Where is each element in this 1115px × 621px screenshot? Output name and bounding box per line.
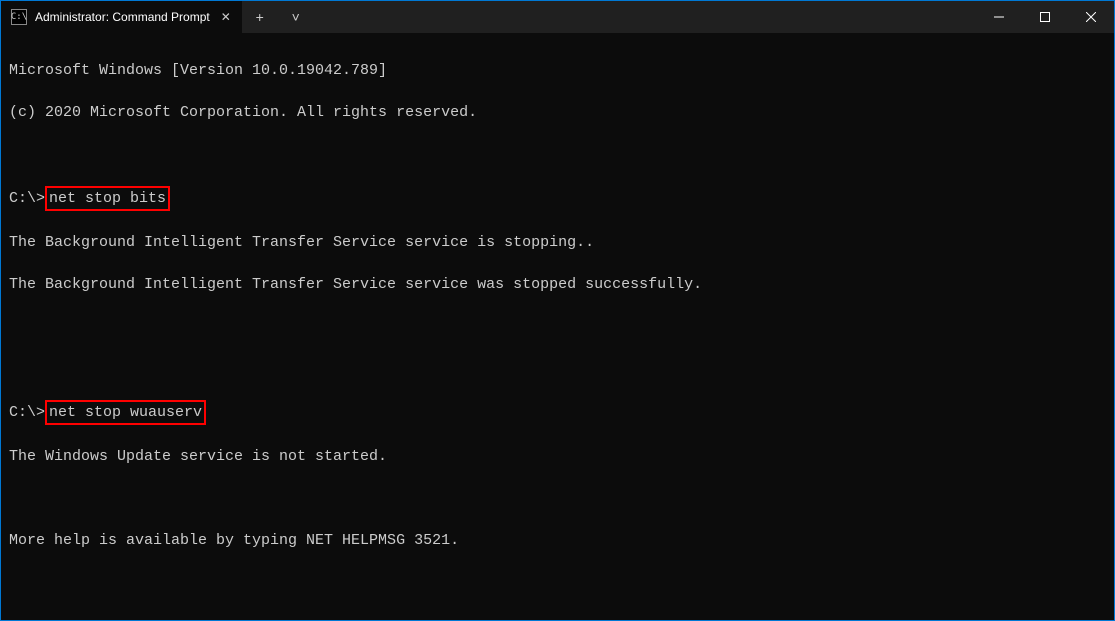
- titlebar: C:\ Administrator: Command Prompt ✕ + ˅: [1, 1, 1114, 33]
- output-line: More help is available by typing NET HEL…: [9, 530, 1106, 551]
- terminal-body[interactable]: Microsoft Windows [Version 10.0.19042.78…: [1, 33, 1114, 620]
- minimize-button[interactable]: [976, 1, 1022, 33]
- titlebar-drag-region[interactable]: [314, 1, 976, 33]
- window-controls: [976, 1, 1114, 33]
- blank-line: [9, 572, 1106, 593]
- close-icon: [1086, 12, 1096, 22]
- prompt: C:\>: [9, 404, 45, 421]
- output-line: The Background Intelligent Transfer Serv…: [9, 274, 1106, 295]
- maximize-icon: [1040, 12, 1050, 22]
- tab-title: Administrator: Command Prompt: [35, 10, 210, 24]
- tab-dropdown-button[interactable]: ˅: [278, 1, 314, 33]
- tab-actions: + ˅: [242, 1, 314, 33]
- prompt-line: C:\>net stop bits: [9, 186, 1106, 211]
- blank-line: [9, 316, 1106, 337]
- tab-active[interactable]: C:\ Administrator: Command Prompt ✕: [1, 1, 242, 33]
- prompt-line: C:\>net stop wuauserv: [9, 400, 1106, 425]
- tab-close-button[interactable]: ✕: [218, 9, 234, 25]
- blank-line: [9, 488, 1106, 509]
- highlighted-command: net stop wuauserv: [45, 400, 206, 425]
- new-tab-button[interactable]: +: [242, 1, 278, 33]
- banner-line: (c) 2020 Microsoft Corporation. All righ…: [9, 102, 1106, 123]
- output-line: The Background Intelligent Transfer Serv…: [9, 232, 1106, 253]
- close-button[interactable]: [1068, 1, 1114, 33]
- blank-line: [9, 358, 1106, 379]
- minimize-icon: [994, 12, 1004, 22]
- blank-line: [9, 144, 1106, 165]
- prompt: C:\>: [9, 190, 45, 207]
- highlighted-command: net stop bits: [45, 186, 170, 211]
- banner-line: Microsoft Windows [Version 10.0.19042.78…: [9, 60, 1106, 81]
- cmd-icon: C:\: [11, 9, 27, 25]
- output-line: The Windows Update service is not starte…: [9, 446, 1106, 467]
- blank-line: [9, 614, 1106, 620]
- maximize-button[interactable]: [1022, 1, 1068, 33]
